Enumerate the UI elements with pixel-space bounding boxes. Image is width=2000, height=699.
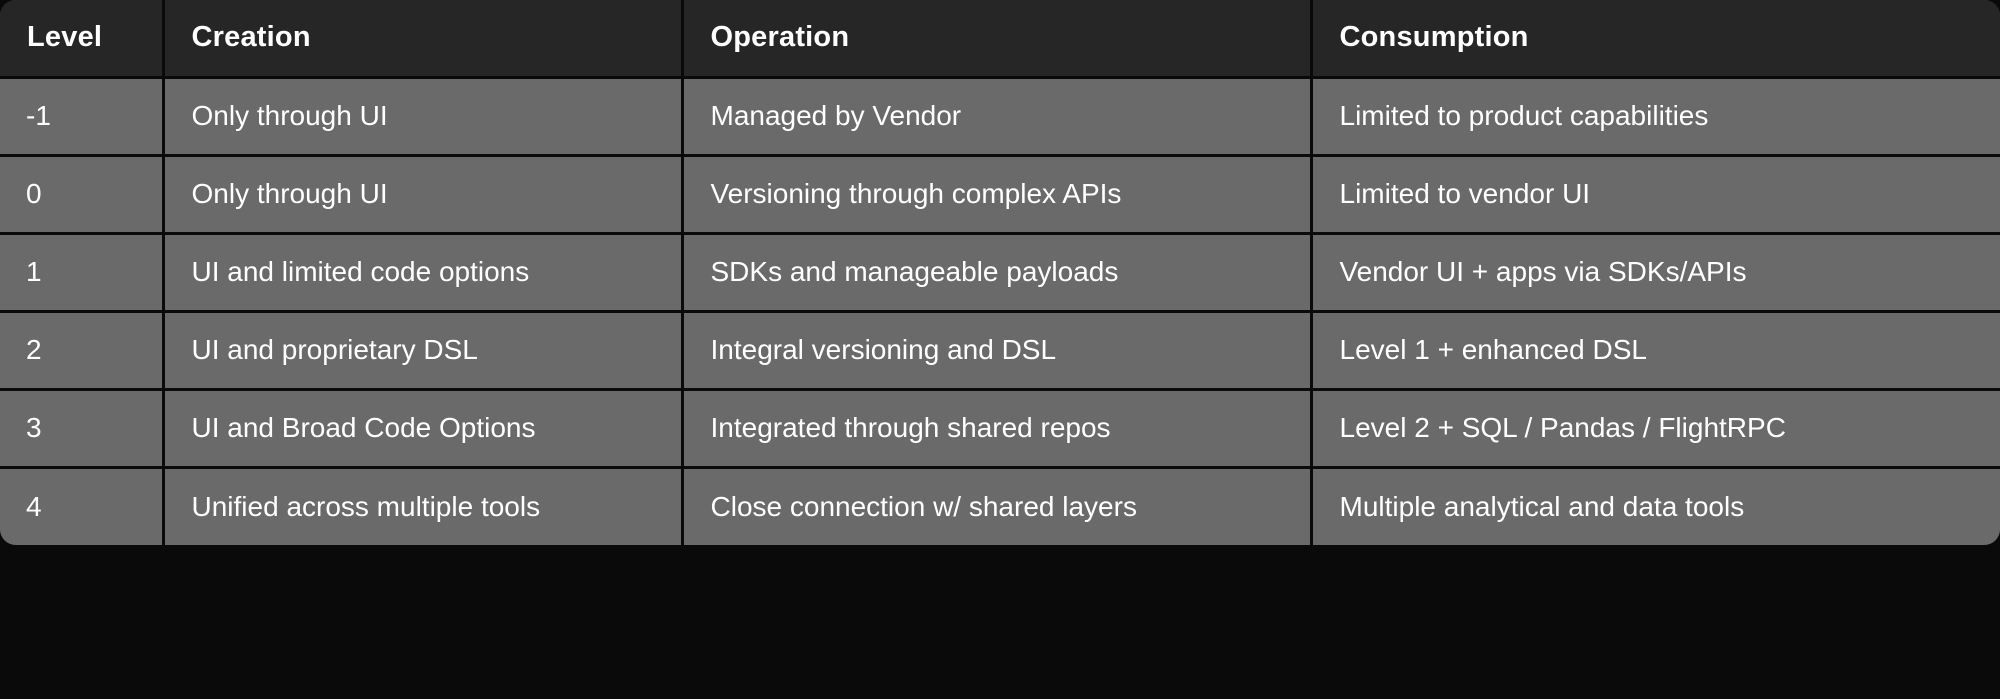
cell-consumption: Limited to product capabilities [1311, 77, 2000, 157]
table-header-row: Level Creation Operation Consumption [0, 0, 2000, 79]
cell-level: 3 [0, 389, 165, 469]
cell-creation: UI and Broad Code Options [163, 389, 684, 469]
column-header-level: Level [0, 0, 165, 79]
cell-operation: Integrated through shared repos [682, 389, 1313, 469]
column-header-creation: Creation [163, 0, 684, 79]
cell-level: -1 [0, 77, 165, 157]
cell-operation: Integral versioning and DSL [682, 311, 1313, 391]
cell-level: 4 [0, 467, 165, 545]
cell-creation: Only through UI [163, 77, 684, 157]
table-row: 3 UI and Broad Code Options Integrated t… [0, 389, 2000, 469]
cell-creation: Unified across multiple tools [163, 467, 684, 545]
cell-creation: UI and limited code options [163, 233, 684, 313]
table-row: 4 Unified across multiple tools Close co… [0, 467, 2000, 545]
table-row: -1 Only through UI Managed by Vendor Lim… [0, 77, 2000, 157]
column-header-consumption: Consumption [1311, 0, 2000, 79]
cell-operation: SDKs and manageable payloads [682, 233, 1313, 313]
cell-operation: Managed by Vendor [682, 77, 1313, 157]
table-row: 0 Only through UI Versioning through com… [0, 155, 2000, 235]
cell-consumption: Multiple analytical and data tools [1311, 467, 2000, 545]
cell-operation: Close connection w/ shared layers [682, 467, 1313, 545]
cell-consumption: Level 2 + SQL / Pandas / FlightRPC [1311, 389, 2000, 469]
table-row: 1 UI and limited code options SDKs and m… [0, 233, 2000, 313]
cell-creation: Only through UI [163, 155, 684, 235]
cell-level: 0 [0, 155, 165, 235]
data-product-maturity-matrix: Level Creation Operation Consumption -1 … [0, 0, 2000, 545]
cell-level: 1 [0, 233, 165, 313]
table-header: Level Creation Operation Consumption [0, 0, 2000, 79]
cell-consumption: Vendor UI + apps via SDKs/APIs [1311, 233, 2000, 313]
cell-creation: UI and proprietary DSL [163, 311, 684, 391]
matrix-table-container: Level Creation Operation Consumption -1 … [0, 0, 2000, 699]
table-row: 2 UI and proprietary DSL Integral versio… [0, 311, 2000, 391]
cell-operation: Versioning through complex APIs [682, 155, 1313, 235]
cell-level: 2 [0, 311, 165, 391]
cell-consumption: Level 1 + enhanced DSL [1311, 311, 2000, 391]
table-body: -1 Only through UI Managed by Vendor Lim… [0, 77, 2000, 545]
column-header-operation: Operation [682, 0, 1313, 79]
cell-consumption: Limited to vendor UI [1311, 155, 2000, 235]
